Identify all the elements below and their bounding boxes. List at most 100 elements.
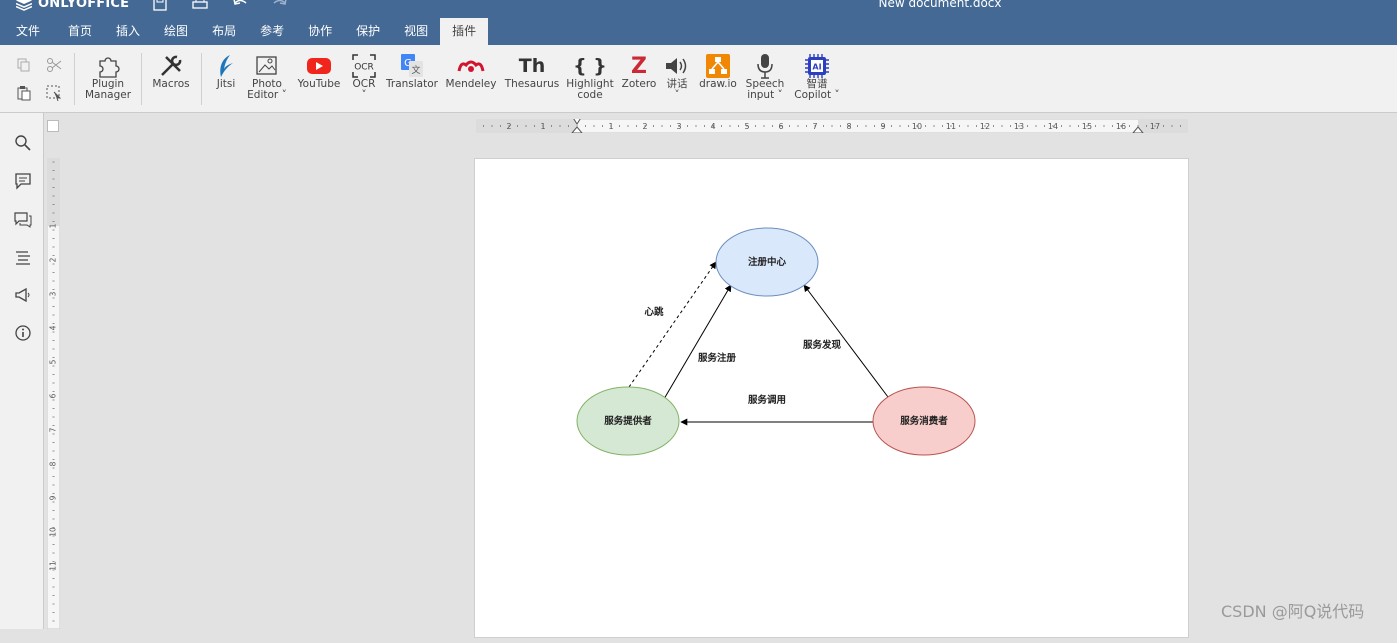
registry-label: 注册中心 — [748, 256, 787, 268]
provider-label: 服务提供者 — [604, 415, 652, 427]
redo-icon[interactable] — [272, 0, 288, 11]
ruler-label: 1 — [608, 122, 613, 131]
tab-plugins[interactable]: 插件 — [440, 18, 489, 45]
comments-icon[interactable] — [14, 172, 32, 190]
speech-input-button[interactable]: Speech input ˅ — [744, 53, 786, 101]
chevron-down-icon: ˅ — [674, 89, 680, 101]
ruler-label: 17 — [1150, 122, 1160, 131]
tab-insert[interactable]: 插入 — [104, 18, 152, 45]
paste-icon[interactable] — [16, 85, 32, 101]
tools-icon — [161, 55, 182, 76]
ocr-button[interactable]: OCR OCR ˅ — [348, 53, 380, 101]
speak-button[interactable]: 讲话 ˅ — [662, 53, 692, 101]
ruler-label: 14 — [1048, 122, 1058, 131]
horizontal-ruler[interactable]: 2 1 1 2 3 4 5 6 7 8 9 10 11 12 13 14 15 16 17 — [476, 119, 1188, 133]
thesaurus-button[interactable]: Th Thesaurus — [504, 53, 560, 90]
undo-icon[interactable] — [232, 0, 248, 11]
photo-editor-button[interactable]: Photo Editor ˅ — [245, 53, 289, 101]
search-icon[interactable] — [14, 134, 32, 152]
copy-icon[interactable] — [16, 57, 32, 73]
select-all-icon[interactable] — [46, 85, 62, 101]
register-arrow — [663, 284, 732, 400]
jitsi-button[interactable]: Jitsi — [210, 53, 242, 90]
discover-label: 服务发现 — [803, 339, 842, 351]
drawio-icon — [706, 54, 730, 78]
toolbar-separator — [141, 53, 142, 105]
ruler-label: 2 — [642, 122, 647, 131]
chevron-down-icon: ˅ — [831, 89, 840, 101]
tab-file[interactable]: 文件 — [0, 18, 56, 45]
speaker-icon — [666, 58, 687, 74]
ruler-label: 2 — [506, 122, 511, 131]
tab-protection[interactable]: 保护 — [344, 18, 392, 45]
puzzle-icon — [99, 57, 120, 78]
plugin-manager-button[interactable]: Plugin Manager — [84, 53, 132, 101]
youtube-icon — [307, 58, 331, 74]
tab-collaboration[interactable]: 协作 — [296, 18, 344, 45]
ruler-label: 12 — [980, 122, 990, 131]
ruler-label: 9 — [880, 122, 885, 131]
ruler-label: 11 — [49, 561, 58, 571]
feedback-icon[interactable] — [14, 286, 32, 304]
consumer-label: 服务消费者 — [900, 415, 948, 427]
svg-text:文: 文 — [411, 64, 420, 76]
heartbeat-label: 心跳 — [644, 306, 664, 318]
ruler-label: 8 — [846, 122, 851, 131]
ruler-label: 15 — [1082, 122, 1092, 131]
ruler-label: 8 — [49, 461, 58, 466]
ruler-label: 9 — [49, 495, 58, 500]
toolbar-separator — [201, 53, 202, 105]
drawio-button[interactable]: draw.io — [697, 53, 739, 90]
onlyoffice-logo-icon — [16, 0, 32, 11]
ruler-label: 5 — [744, 122, 749, 131]
heartbeat-arrow — [628, 261, 717, 388]
ruler-label: 1 — [540, 122, 545, 131]
vertical-ruler[interactable]: 1 2 3 4 5 6 7 8 9 10 11 — [47, 158, 60, 629]
zotero-button[interactable]: Z Zotero — [620, 53, 658, 90]
watermark: CSDN @阿Q说代码 — [1221, 602, 1365, 621]
navigation-icon[interactable] — [14, 248, 32, 266]
document-page[interactable]: 注册中心 服务提供者 服务消费者 心跳 服务注册 服务发现 服务调用 — [474, 158, 1189, 638]
ruler-label: 4 — [710, 122, 715, 131]
ruler-label: 10 — [912, 122, 922, 131]
left-sidebar — [0, 113, 44, 629]
copilot-button[interactable]: AI 智谱 Copilot ˅ — [793, 53, 841, 101]
plugins-toolbar: Plugin Manager Macros Jitsi Photo Editor… — [0, 45, 1397, 113]
highlight-code-button[interactable]: { } Highlight code — [566, 53, 614, 101]
tab-references[interactable]: 参考 — [248, 18, 296, 45]
app-logo: ONLYOFFICE — [16, 0, 129, 11]
ruler-label: 6 — [778, 122, 783, 131]
print-icon[interactable] — [192, 0, 208, 11]
ruler-label: 6 — [49, 393, 58, 398]
ruler-label: 3 — [676, 122, 681, 131]
ai-chip-icon: AI — [805, 54, 829, 78]
translator-button[interactable]: G 文 Translator — [385, 53, 439, 90]
ruler-label: 16 — [1116, 122, 1126, 131]
ruler-label: 10 — [49, 527, 58, 537]
menu-tabs: 文件 首页 插入 绘图 布局 参考 协作 保护 视图 插件 — [0, 18, 489, 45]
ruler-label: 13 — [1014, 122, 1024, 131]
thesaurus-icon: Th — [518, 54, 546, 77]
youtube-button[interactable]: YouTube — [295, 53, 343, 90]
tab-draw[interactable]: 绘图 — [152, 18, 200, 45]
tab-layout[interactable]: 布局 — [200, 18, 248, 45]
photo-icon — [256, 56, 277, 75]
jitsi-icon — [220, 55, 233, 77]
macros-button[interactable]: Macros — [150, 53, 192, 90]
service-registry-diagram[interactable]: 注册中心 服务提供者 服务消费者 心跳 服务注册 服务发现 服务调用 — [475, 159, 1190, 639]
ruler-label: 7 — [49, 427, 58, 432]
chat-icon[interactable] — [14, 210, 32, 228]
mendeley-button[interactable]: Mendeley — [444, 53, 498, 90]
ruler-label: 11 — [946, 122, 956, 131]
tab-home[interactable]: 首页 — [56, 18, 104, 45]
document-title: New document.docx — [878, 0, 1002, 10]
tab-view[interactable]: 视图 — [392, 18, 440, 45]
logo-text: ONLYOFFICE — [38, 0, 130, 11]
cut-icon[interactable] — [46, 57, 62, 73]
microphone-icon — [757, 54, 773, 79]
info-icon[interactable] — [14, 324, 32, 342]
ocr-icon: OCR — [352, 54, 376, 78]
invoke-label: 服务调用 — [748, 394, 786, 406]
save-icon[interactable] — [152, 0, 168, 11]
tab-stop-selector[interactable] — [47, 120, 59, 132]
